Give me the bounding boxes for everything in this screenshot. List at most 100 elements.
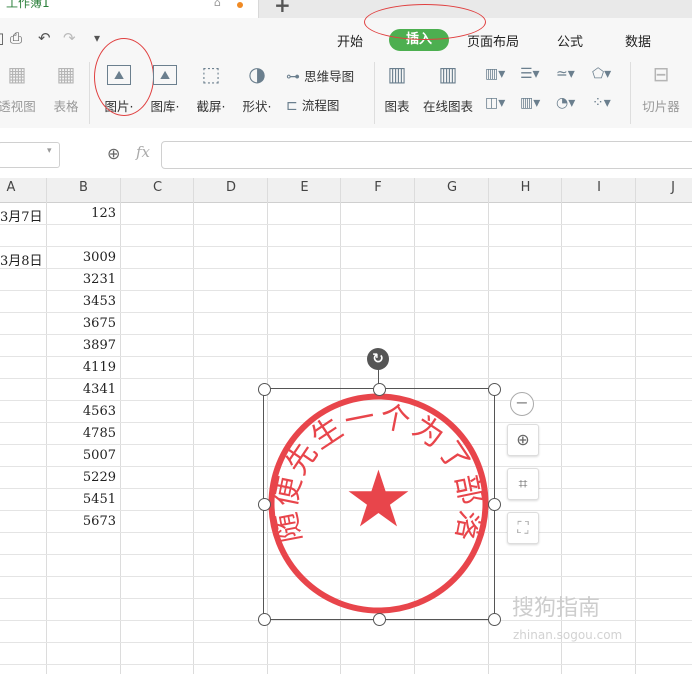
cell-a-date-1[interactable]: 3月7日 bbox=[0, 206, 43, 225]
save-icon[interactable]: ▯ bbox=[0, 29, 4, 47]
row-line bbox=[0, 312, 692, 313]
flowchart-label: 流程图 bbox=[301, 98, 340, 113]
column-header-c[interactable]: C bbox=[121, 180, 194, 195]
cell-a-date-2[interactable]: 3月8日 bbox=[0, 250, 43, 269]
column-header-e[interactable]: E bbox=[268, 180, 341, 195]
document-tab[interactable]: 工作簿1 ⌂ bbox=[0, 0, 259, 18]
chart-tool[interactable]: ▥ 图表 bbox=[380, 60, 414, 122]
column-header-b[interactable]: B bbox=[47, 180, 120, 195]
rotate-handle-icon[interactable]: ↻ bbox=[367, 348, 389, 370]
screenshot-tool[interactable]: ⬚ 截屏· bbox=[190, 60, 232, 122]
cell-b-value[interactable]: 5229 bbox=[46, 470, 116, 485]
column-header-i[interactable]: I bbox=[562, 180, 636, 195]
dropdown-icon[interactable]: ▾ bbox=[94, 31, 100, 45]
minus-icon[interactable]: − bbox=[510, 392, 534, 416]
chart-label: 图表 bbox=[384, 99, 410, 114]
chevron-down-icon[interactable]: ▾ bbox=[47, 146, 52, 156]
cell-b-value[interactable]: 4563 bbox=[46, 404, 116, 419]
selection-box[interactable] bbox=[263, 388, 495, 620]
mind-map-label: 思维导图 bbox=[304, 69, 355, 84]
cell-b-1[interactable]: 123 bbox=[46, 206, 116, 221]
function-icon[interactable]: fx bbox=[136, 143, 150, 161]
cell-b-value[interactable]: 3675 bbox=[46, 316, 116, 331]
column-header-a[interactable]: A bbox=[0, 180, 22, 195]
cell-b-value[interactable]: 3897 bbox=[46, 338, 116, 353]
stock-chart-icon[interactable]: ◫▾ bbox=[485, 95, 505, 111]
slicer-icon: ⊟ bbox=[652, 62, 670, 86]
bar-chart-icon: ▥ bbox=[387, 62, 407, 86]
online-chart-icon: ▥ bbox=[438, 62, 458, 86]
zoom-in-icon[interactable]: ⊕ bbox=[507, 424, 539, 456]
gallery-icon: ⛰ bbox=[153, 65, 177, 85]
radar-chart-icon[interactable]: ⬠▾ bbox=[592, 66, 611, 82]
scatter-chart-icon[interactable]: ⁘▾ bbox=[592, 95, 611, 111]
mind-map-tool[interactable]: ⊶ 思维导图 bbox=[286, 66, 354, 85]
screenshot-label: 截屏· bbox=[196, 99, 226, 114]
cell-b-value[interactable]: 4341 bbox=[46, 382, 116, 397]
grid-line bbox=[635, 178, 636, 674]
menu-formulas[interactable]: 公式 bbox=[557, 31, 583, 50]
resize-handle-top[interactable] bbox=[373, 383, 386, 396]
resize-handle-top-right[interactable] bbox=[488, 383, 501, 396]
resize-handle-left[interactable] bbox=[258, 498, 271, 511]
search-formula-icon[interactable]: ⊕ bbox=[107, 144, 120, 163]
resize-handle-bottom-right[interactable] bbox=[488, 613, 501, 626]
column-chart-icon[interactable]: ▥▾ bbox=[485, 66, 505, 82]
column-header-j[interactable]: J bbox=[636, 180, 692, 195]
formula-input[interactable] bbox=[161, 141, 692, 169]
slicer-tool[interactable]: ⊟ 切片器 bbox=[636, 60, 686, 122]
flowchart-icon: ⊏ bbox=[286, 98, 298, 114]
row-line bbox=[0, 224, 692, 225]
column-header-f[interactable]: F bbox=[341, 180, 415, 195]
pivot-chart-icon: ▦ bbox=[7, 62, 27, 86]
pin-icon[interactable]: ⌂ bbox=[214, 0, 224, 9]
plus-icon[interactable]: + bbox=[274, 0, 291, 17]
flowchart-tool[interactable]: ⊏ 流程图 bbox=[286, 95, 339, 114]
separator bbox=[374, 62, 375, 124]
cell-b-value[interactable]: 4119 bbox=[46, 360, 116, 375]
cell-b-value[interactable]: 5451 bbox=[46, 492, 116, 507]
menu-home[interactable]: 开始 bbox=[337, 31, 363, 50]
column-header-h[interactable]: H bbox=[489, 180, 562, 195]
cell-b-value[interactable]: 5673 bbox=[46, 514, 116, 529]
online-chart-label: 在线图表 bbox=[422, 99, 473, 114]
column-header-g[interactable]: G bbox=[415, 180, 489, 195]
bar-chart-type-icon[interactable]: ☰▾ bbox=[520, 66, 540, 82]
crop-icon[interactable]: ⌗ bbox=[507, 468, 539, 500]
column-header-d[interactable]: D bbox=[194, 180, 268, 195]
line-chart-icon[interactable]: ≃▾ bbox=[556, 66, 575, 82]
pivot-chart-label: 透视图 bbox=[0, 99, 36, 114]
row-line bbox=[0, 664, 692, 665]
image-effects-icon[interactable]: ⛶ bbox=[507, 512, 539, 544]
cell-b-value[interactable]: 3231 bbox=[46, 272, 116, 287]
resize-handle-top-left[interactable] bbox=[258, 383, 271, 396]
resize-handle-right[interactable] bbox=[488, 498, 501, 511]
slicer-label: 切片器 bbox=[642, 99, 680, 114]
resize-handle-bottom[interactable] bbox=[373, 613, 386, 626]
resize-handle-bottom-left[interactable] bbox=[258, 613, 271, 626]
cell-b-value[interactable]: 3453 bbox=[46, 294, 116, 309]
cell-b-value[interactable]: 5007 bbox=[46, 448, 116, 463]
unsaved-dot-icon bbox=[237, 2, 243, 8]
menu-page-layout[interactable]: 页面布局 bbox=[467, 31, 519, 50]
gallery-label: 图库· bbox=[150, 99, 180, 114]
grid-line bbox=[120, 178, 121, 674]
menu-data[interactable]: 数据 bbox=[625, 31, 651, 50]
pivot-chart-tool[interactable]: ▦ 透视图 bbox=[0, 60, 42, 122]
undo-icon[interactable]: ↶ bbox=[38, 29, 51, 47]
table-tool[interactable]: ▦ 表格 bbox=[46, 60, 86, 122]
shapes-tool[interactable]: ◑ 形状· bbox=[236, 60, 278, 122]
separator bbox=[89, 62, 90, 124]
cell-b-value[interactable]: 3009 bbox=[46, 250, 116, 265]
row-line bbox=[0, 356, 692, 357]
print-icon[interactable]: ⎙ bbox=[10, 29, 22, 47]
grid-line bbox=[193, 178, 194, 674]
row-line bbox=[0, 246, 692, 247]
redo-icon[interactable]: ↷ bbox=[63, 29, 76, 47]
combo-chart-icon[interactable]: ▥▾ bbox=[520, 95, 540, 111]
cell-b-value[interactable]: 4785 bbox=[46, 426, 116, 441]
pie-chart-icon[interactable]: ◔▾ bbox=[556, 95, 575, 111]
row-line bbox=[0, 642, 692, 643]
gallery-tool[interactable]: ⛰ 图库· bbox=[144, 60, 186, 122]
online-chart-tool[interactable]: ▥ 在线图表 bbox=[418, 60, 478, 122]
